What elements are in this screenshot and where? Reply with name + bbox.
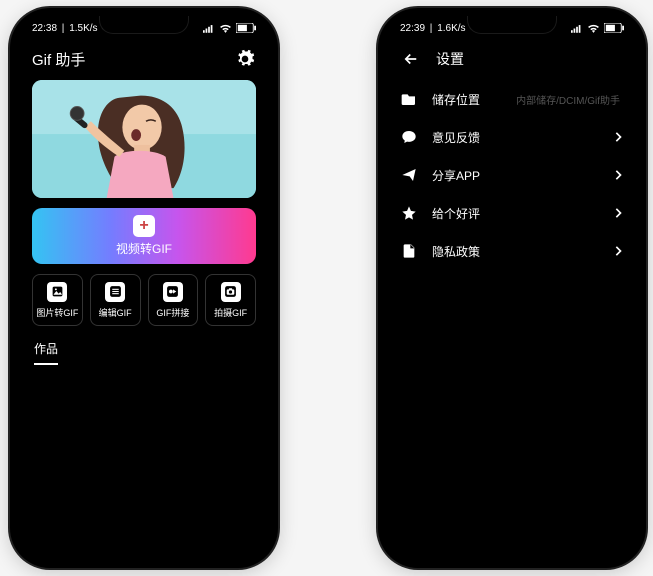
status-time: 22:38 [32,23,57,34]
signal-icon [571,24,583,33]
action-label: 编辑GIF [99,306,132,319]
wifi-icon [219,23,232,33]
home-content: + 视频转GIF 图片转GIF 编辑GIF [18,76,270,365]
notch [467,16,557,34]
record-gif-button[interactable]: 拍摄GIF [205,274,256,326]
phone-settings: 22:39 | 1.6K/s 设置 储存位置 [378,8,646,568]
document-icon [400,242,418,260]
tabs: 作品 [32,340,256,365]
status-left: 22:39 | 1.6K/s [400,23,476,34]
merge-icon [163,282,183,302]
row-rate-app[interactable]: 给个好评 [400,194,624,232]
status-sep: | [427,23,435,34]
row-label: 给个好评 [432,205,612,222]
row-value: 内部储存/DCIM/Gif助手 [516,92,620,107]
camera-icon [221,282,241,302]
image-icon [47,282,67,302]
settings-list: 储存位置 内部储存/DCIM/Gif助手 意见反馈 分享APP [386,80,638,270]
status-net: 1.6K/s [437,23,465,34]
row-share-app[interactable]: 分享APP [400,156,624,194]
edit-gif-button[interactable]: 编辑GIF [90,274,141,326]
status-net: 1.5K/s [69,23,97,34]
wifi-icon [587,23,600,33]
chat-icon [400,128,418,146]
hero-image [32,80,256,198]
gear-icon [235,49,255,69]
back-icon [402,50,420,68]
phone-home: 22:38 | 1.5K/s Gif 助手 [10,8,278,568]
status-right [203,23,256,33]
screen-settings: 22:39 | 1.6K/s 设置 储存位置 [386,16,638,560]
gif-join-button[interactable]: GIF拼接 [148,274,199,326]
back-button[interactable] [400,48,422,70]
chevron-right-icon [612,169,624,181]
settings-button[interactable] [234,48,256,70]
action-label: GIF拼接 [156,306,189,319]
screen-home: 22:38 | 1.5K/s Gif 助手 [18,16,270,560]
star-icon [400,204,418,222]
list-icon [105,282,125,302]
settings-header: 设置 [386,40,638,80]
chevron-right-icon [612,207,624,219]
row-label: 意见反馈 [432,129,612,146]
chevron-right-icon [612,245,624,257]
action-grid: 图片转GIF 编辑GIF GIF拼接 [32,274,256,326]
app-header: Gif 助手 [18,40,270,76]
video-to-gif-button[interactable]: + 视频转GIF [32,208,256,264]
folder-icon [400,90,418,108]
notch [99,16,189,34]
image-to-gif-button[interactable]: 图片转GIF [32,274,83,326]
action-label: 拍摄GIF [214,306,247,319]
row-feedback[interactable]: 意见反馈 [400,118,624,156]
battery-icon [604,23,624,33]
battery-icon [236,23,256,33]
plus-icon: + [133,215,155,237]
tab-works[interactable]: 作品 [34,340,58,365]
status-left: 22:38 | 1.5K/s [32,23,108,34]
row-label: 隐私政策 [432,243,612,260]
status-right [571,23,624,33]
status-time: 22:39 [400,23,425,34]
status-sep: | [59,23,67,34]
action-label: 图片转GIF [36,306,78,319]
chevron-right-icon [612,131,624,143]
row-storage-location[interactable]: 储存位置 内部储存/DCIM/Gif助手 [400,80,624,118]
row-label: 储存位置 [432,91,516,108]
app-title: Gif 助手 [32,49,85,70]
settings-title: 设置 [436,49,464,69]
row-label: 分享APP [432,167,612,184]
send-icon [400,166,418,184]
primary-label: 视频转GIF [116,240,172,257]
row-privacy-policy[interactable]: 隐私政策 [400,232,624,270]
signal-icon [203,24,215,33]
